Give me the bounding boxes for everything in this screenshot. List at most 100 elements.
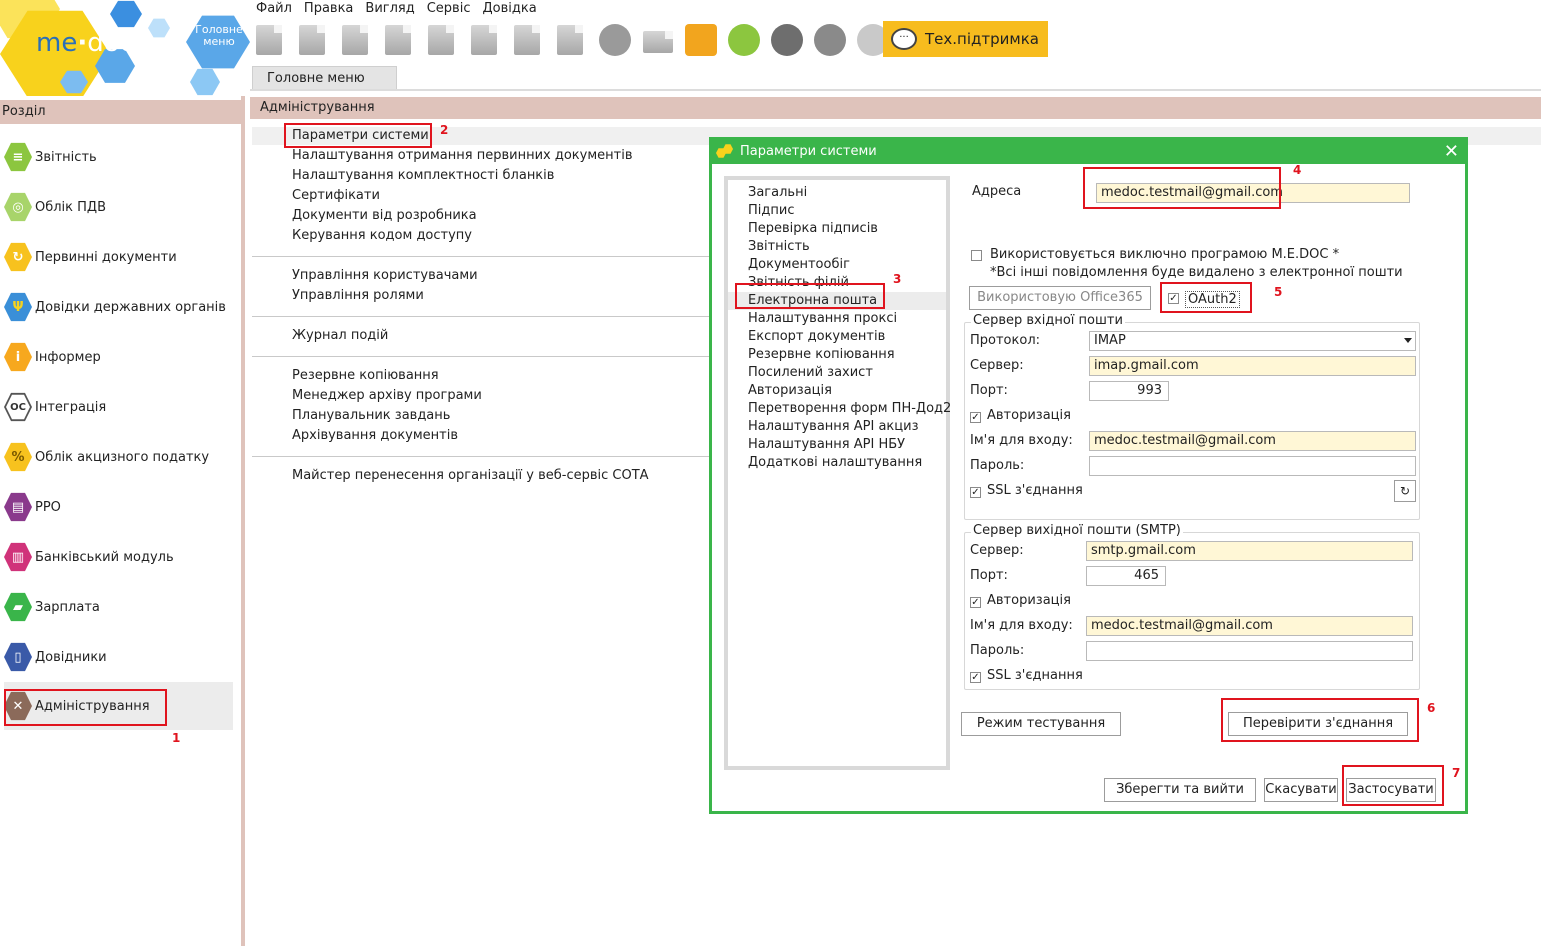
inbox-icon[interactable] xyxy=(813,23,847,57)
link-role-management[interactable]: Управління ролями xyxy=(292,286,424,306)
nav-item-form-conversion[interactable]: Перетворення форм ПН-Дод2 xyxy=(728,400,951,418)
incoming-auth-checkbox[interactable]: ✓ xyxy=(970,412,981,423)
sidebar-item-label: РРО xyxy=(35,499,61,515)
protocol-label: Протокол: xyxy=(970,333,1041,348)
incoming-port-label: Порт: xyxy=(970,383,1008,398)
edit-row-icon[interactable] xyxy=(512,23,546,57)
nav-item-signature-check[interactable]: Перевірка підписів xyxy=(728,220,946,238)
nav-item-authorization[interactable]: Авторизація xyxy=(728,382,946,400)
protocol-select[interactable]: IMAP xyxy=(1089,331,1416,351)
outgoing-auth-checkbox[interactable]: ✓ xyxy=(970,597,981,608)
link-task-scheduler[interactable]: Планувальник завдань xyxy=(292,406,450,426)
divider xyxy=(252,256,712,257)
medoc-logo: me·doc xyxy=(36,28,134,58)
copy-document-icon[interactable] xyxy=(383,23,417,57)
link-forms-completeness[interactable]: Налаштування комплектності бланків xyxy=(292,166,554,186)
office365-button[interactable]: Використовую Office365 xyxy=(969,286,1151,310)
nav-item-signature[interactable]: Підпис xyxy=(728,202,946,220)
link-archive-manager[interactable]: Менеджер архіву програми xyxy=(292,386,482,406)
link-archive-documents[interactable]: Архівування документів xyxy=(292,426,458,446)
incoming-server-label: Сервер: xyxy=(970,358,1024,373)
search-icon[interactable] xyxy=(770,23,804,57)
nav-item-api-excise[interactable]: Налаштування API акциз xyxy=(728,418,946,436)
reports-icon: ≡ xyxy=(4,142,32,172)
sidebar-item-state-certificates[interactable]: Ψ Довідки державних органів xyxy=(4,284,233,330)
link-primary-docs-settings[interactable]: Налаштування отримання первинних докумен… xyxy=(292,146,632,166)
sidebar-item-primary-docs[interactable]: ↻ Первинні документи xyxy=(4,234,233,280)
safe-icon[interactable] xyxy=(598,23,632,57)
nav-item-document-flow[interactable]: Документообіг xyxy=(728,256,946,274)
outgoing-port-input[interactable]: 465 xyxy=(1086,566,1166,586)
sidebar-item-label: Зарплата xyxy=(35,599,100,615)
link-user-management[interactable]: Управління користувачами xyxy=(292,266,478,286)
outgoing-server-input[interactable]: smtp.gmail.com xyxy=(1086,541,1413,561)
logo-area: me·doc Головне меню xyxy=(0,0,250,96)
open-folder-icon[interactable] xyxy=(297,23,331,57)
add-row-icon[interactable] xyxy=(469,23,503,57)
mail-icon[interactable] xyxy=(727,23,761,57)
test-mode-button[interactable]: Режим тестування xyxy=(961,712,1121,736)
sidebar-item-reports[interactable]: ≡ Звітність xyxy=(4,134,233,180)
outgoing-login-input[interactable]: medoc.testmail@gmail.com xyxy=(1086,616,1413,636)
sidebar-item-informer[interactable]: i Інформер xyxy=(4,334,233,380)
sidebar-item-bank[interactable]: ▥ Банківський модуль xyxy=(4,534,233,580)
incoming-port-input[interactable]: 993 xyxy=(1089,381,1169,401)
edit-document-icon[interactable] xyxy=(426,23,460,57)
cancel-button[interactable]: Скасувати xyxy=(1264,778,1338,802)
sidebar-item-salary[interactable]: ▰ Зарплата xyxy=(4,584,233,630)
incoming-password-input[interactable] xyxy=(1089,456,1416,476)
close-icon[interactable]: ✕ xyxy=(1444,141,1459,163)
exclusive-use-label: Використовується виключно програмою M.E.… xyxy=(990,247,1340,262)
nav-item-reports[interactable]: Звітність xyxy=(728,238,946,256)
menu-view[interactable]: Вигляд xyxy=(359,0,420,18)
nav-item-proxy[interactable]: Налаштування проксі xyxy=(728,310,946,328)
annotation-number-1: 1 xyxy=(172,731,181,745)
outgoing-password-input[interactable] xyxy=(1086,641,1413,661)
menu-help[interactable]: Довідка xyxy=(476,0,542,18)
sidebar-border xyxy=(241,96,245,946)
link-developer-docs[interactable]: Документи від розробника xyxy=(292,206,477,226)
sidebar-item-rro[interactable]: ▤ РРО xyxy=(4,484,233,530)
outgoing-login-label: Ім'я для входу: xyxy=(970,618,1073,633)
link-access-code[interactable]: Керування кодом доступу xyxy=(292,226,472,246)
integration-icon: OC xyxy=(4,392,32,422)
link-certificates[interactable]: Сертифікати xyxy=(292,186,380,206)
menu-service[interactable]: Сервіс xyxy=(421,0,477,18)
incoming-login-input[interactable]: medoc.testmail@gmail.com xyxy=(1089,431,1416,451)
delete-row-icon[interactable] xyxy=(555,23,589,57)
sidebar-item-integration[interactable]: OC Інтеграція xyxy=(4,384,233,430)
nav-item-enhanced-security[interactable]: Посилений захист xyxy=(728,364,946,382)
incoming-server-input[interactable]: imap.gmail.com xyxy=(1089,356,1416,376)
incoming-ssl-checkbox[interactable]: ✓ xyxy=(970,487,981,498)
outgoing-ssl-checkbox[interactable]: ✓ xyxy=(970,672,981,683)
sidebar-item-vat[interactable]: ◎ Облік ПДВ xyxy=(4,184,233,230)
tab-divider xyxy=(250,89,1541,91)
sidebar-item-directories[interactable]: ▯ Довідники xyxy=(4,634,233,680)
link-backup[interactable]: Резервне копіювання xyxy=(292,366,439,386)
print-icon[interactable] xyxy=(641,23,675,57)
nav-item-additional[interactable]: Додаткові налаштування xyxy=(728,454,946,472)
menu-edit[interactable]: Правка xyxy=(298,0,359,18)
tab-main-menu[interactable]: Головне меню xyxy=(252,66,397,90)
vat-icon: ◎ xyxy=(4,192,32,222)
new-document-icon[interactable] xyxy=(254,23,288,57)
link-sota-migration-wizard[interactable]: Майстер перенесення організації у веб-се… xyxy=(292,466,649,486)
send-icon[interactable] xyxy=(684,23,718,57)
refresh-icon[interactable]: ↻ xyxy=(1394,480,1416,502)
salary-icon: ▰ xyxy=(4,592,32,622)
menu-file[interactable]: Файл xyxy=(250,0,298,18)
save-and-exit-button[interactable]: Зберегти та вийти xyxy=(1104,778,1256,802)
annotation-box-7 xyxy=(1342,765,1444,806)
exclusive-use-checkbox[interactable] xyxy=(971,250,982,261)
nav-item-general[interactable]: Загальні xyxy=(728,184,946,202)
nav-item-api-nbu[interactable]: Налаштування API НБУ xyxy=(728,436,946,454)
sidebar-item-label: Облік ПДВ xyxy=(35,199,107,215)
info-icon: i xyxy=(4,342,32,372)
tech-support-button[interactable]: ··· Тех.підтримка xyxy=(883,21,1048,57)
nav-item-backup[interactable]: Резервне копіювання xyxy=(728,346,946,364)
incoming-password-label: Пароль: xyxy=(970,458,1025,473)
sidebar-item-excise[interactable]: % Облік акцизного податку xyxy=(4,434,233,480)
delete-document-icon[interactable] xyxy=(340,23,374,57)
nav-item-export[interactable]: Експорт документів xyxy=(728,328,946,346)
link-event-log[interactable]: Журнал подій xyxy=(292,326,388,346)
